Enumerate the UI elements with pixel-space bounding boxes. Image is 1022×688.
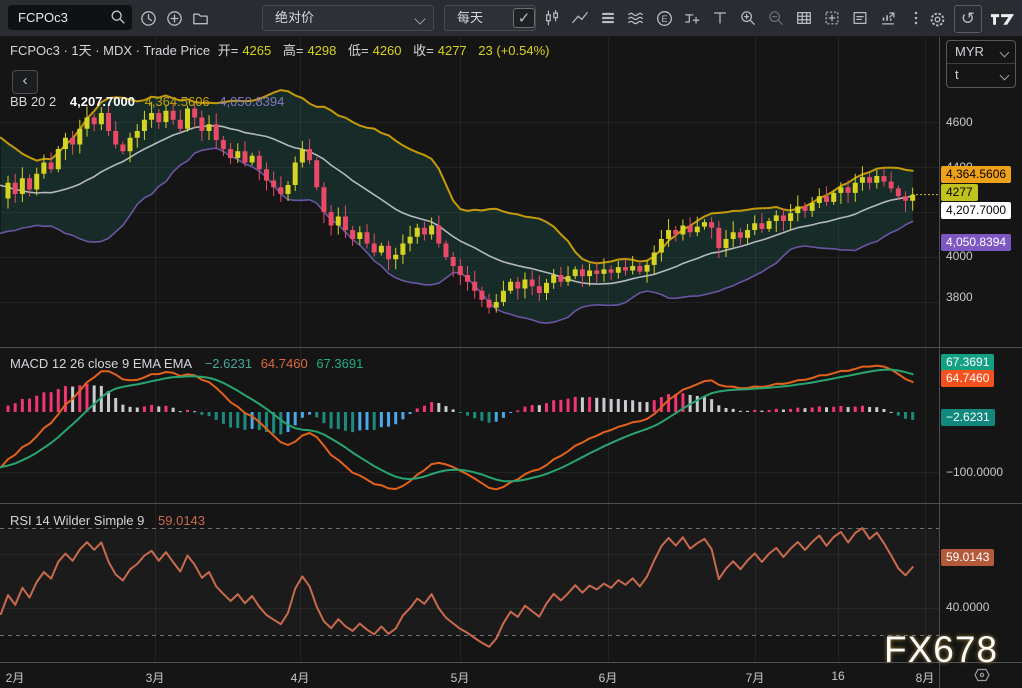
- macd-legend: MACD 12 26 close 9 EMA EMA −2.6231 64.74…: [10, 356, 363, 371]
- price-badge: −2.6231: [941, 409, 995, 426]
- unit-selector[interactable]: t: [947, 63, 1015, 86]
- symbol-text: FCPOc3: [18, 10, 68, 25]
- bb-legend: BB 20 2 4,207.7000 4,364.5606 4,050.8394: [10, 94, 284, 109]
- bb-name[interactable]: BB 20 2: [10, 94, 56, 109]
- table-icon[interactable]: [794, 6, 814, 30]
- time-label: 4月: [277, 669, 323, 686]
- open-value: 4265: [242, 43, 271, 58]
- low-label: 低=: [348, 43, 369, 58]
- history-clock-icon[interactable]: [136, 6, 160, 30]
- main-legend: FCPOc3 · 1天 · MDX · Trade Price 开=4265 高…: [10, 40, 557, 59]
- rsi-value: 59.0143: [158, 513, 205, 528]
- time-label: 6月: [585, 669, 631, 686]
- chevron-down-icon: [1000, 71, 1010, 81]
- bb-lower-value: 4,050.8394: [219, 94, 284, 109]
- symbol-title[interactable]: FCPOc3 · 1天 · MDX · Trade Price: [10, 43, 210, 58]
- price-badge: 4,050.8394: [941, 234, 1011, 251]
- chevron-down-icon: [1000, 48, 1010, 58]
- bb-basis-value: 4,207.7000: [70, 94, 135, 109]
- undo-icon[interactable]: ↺: [954, 5, 982, 33]
- time-label: 5月: [437, 669, 483, 686]
- zoom-out-icon[interactable]: [766, 6, 786, 30]
- tradingview-logo[interactable]: [989, 6, 1016, 32]
- macd-name[interactable]: MACD 12 26 close 9 EMA EMA: [10, 356, 192, 371]
- price-badge: 4277: [941, 184, 978, 201]
- circled-e-icon[interactable]: E: [654, 6, 674, 30]
- axis-settings-icon[interactable]: [974, 667, 990, 688]
- top-toolbar: FCPOc3 绝对价 每天 ✓E ↺: [0, 0, 1022, 37]
- bb-upper-value: 4,364.5606: [145, 94, 210, 109]
- currency-label: MYR: [955, 44, 984, 59]
- time-label: 8月: [902, 669, 948, 686]
- open-label: 开=: [218, 43, 239, 58]
- price-mode-dropdown[interactable]: 绝对价: [262, 5, 434, 31]
- text-icon[interactable]: [710, 6, 730, 30]
- svg-text:E: E: [661, 13, 667, 23]
- low-value: 4260: [373, 43, 402, 58]
- layout-folder-icon[interactable]: [188, 6, 212, 30]
- collapse-legend-button[interactable]: ‹: [12, 70, 38, 94]
- kebab-icon[interactable]: [906, 6, 926, 30]
- zoom-in-icon[interactable]: [738, 6, 758, 30]
- gear-icon[interactable]: [928, 6, 947, 32]
- interval-label: 每天: [457, 10, 483, 25]
- change-value: 23 (+0.54%): [478, 43, 549, 58]
- toolbar-icon-strip: ✓E: [514, 6, 926, 30]
- price-badge: 59.0143: [941, 549, 994, 566]
- currency-selector[interactable]: MYR: [947, 41, 1015, 63]
- axis-unit-box: MYR t: [946, 40, 1016, 88]
- high-label: 高=: [283, 43, 304, 58]
- price-badge: 4,364.5606: [941, 166, 1011, 183]
- symbol-search-input[interactable]: FCPOc3: [8, 5, 132, 30]
- time-label: 3月: [132, 669, 178, 686]
- high-value: 4298: [307, 43, 336, 58]
- price-badge: 64.7460: [941, 370, 994, 387]
- bars-icon[interactable]: [598, 6, 618, 30]
- macd-line-value: 64.7460: [261, 356, 308, 371]
- price-badge: 4,207.7000: [941, 202, 1011, 219]
- unit-label: t: [955, 67, 959, 82]
- compare-icon[interactable]: [570, 6, 590, 30]
- screenshot-icon[interactable]: [822, 6, 842, 30]
- rsi-legend: RSI 14 Wilder Simple 9 59.0143: [10, 513, 205, 528]
- rsi-name[interactable]: RSI 14 Wilder Simple 9: [10, 513, 144, 528]
- time-label: 2月: [0, 669, 38, 686]
- check-icon[interactable]: ✓: [514, 6, 534, 30]
- search-icon: [109, 8, 127, 34]
- time-label: 16: [815, 669, 861, 683]
- compare-add-icon[interactable]: [162, 6, 186, 30]
- time-label: 7月: [732, 669, 778, 686]
- price-badge: 67.3691: [941, 354, 994, 371]
- chevron-down-icon: [414, 13, 425, 24]
- chart-export-icon[interactable]: [878, 6, 898, 30]
- macd-signal-value: 67.3691: [316, 356, 363, 371]
- price-mode-label: 绝对价: [275, 10, 314, 25]
- toolbar-right-group: ↺: [928, 5, 1016, 33]
- waves-icon[interactable]: [626, 6, 646, 30]
- alert-icon[interactable]: [682, 6, 702, 30]
- close-label: 收=: [413, 43, 434, 58]
- candlestick-icon[interactable]: [542, 6, 562, 30]
- trading-platform: { "toolbar": { "symbol": "FCPOc3", "pric…: [0, 0, 1022, 688]
- window-icon[interactable]: [850, 6, 870, 30]
- macd-hist-value: −2.6231: [205, 356, 252, 371]
- close-value: 4277: [438, 43, 467, 58]
